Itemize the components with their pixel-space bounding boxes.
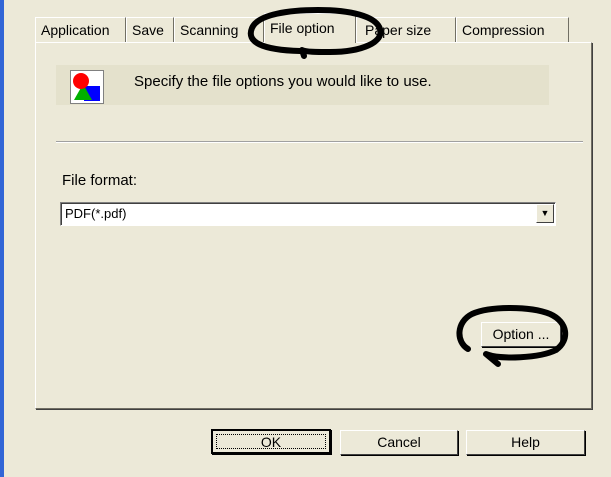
tab-label: Scanning [180, 22, 239, 38]
help-button[interactable]: Help [466, 430, 585, 455]
help-button-label: Help [511, 434, 540, 450]
tab-paper-size[interactable]: Paper size [356, 17, 456, 42]
file-options-dialog: Application Save Scanning File option Pa… [4, 0, 611, 477]
file-format-select[interactable]: PDF(*.pdf) ▼ [60, 202, 556, 226]
tab-scanning[interactable]: Scanning [174, 17, 264, 42]
file-format-value: PDF(*.pdf) [65, 206, 127, 221]
divider [56, 141, 583, 143]
tab-label: Application [41, 22, 110, 38]
info-banner: Specify the file options you would like … [56, 65, 549, 105]
cancel-button-label: Cancel [377, 434, 421, 450]
info-text: Specify the file options you would like … [134, 73, 432, 90]
tab-save[interactable]: Save [126, 17, 174, 42]
tab-file-option[interactable]: File option [264, 13, 356, 43]
cancel-button[interactable]: Cancel [340, 430, 458, 455]
tab-label: File option [270, 20, 335, 36]
tab-application[interactable]: Application [35, 17, 126, 42]
tab-compression[interactable]: Compression [456, 17, 569, 42]
option-button[interactable]: Option ... [481, 322, 561, 347]
focus-rectangle [216, 434, 326, 449]
tab-label: Paper size [365, 22, 432, 38]
ok-button[interactable]: OK [211, 429, 331, 454]
shapes-icon [70, 70, 104, 104]
tab-label: Save [132, 22, 164, 38]
dropdown-arrow-icon[interactable]: ▼ [536, 204, 554, 223]
tab-panel-file-option: Specify the file options you would like … [35, 42, 592, 409]
tab-label: Compression [462, 22, 545, 38]
option-button-label: Option ... [492, 326, 550, 342]
file-format-label: File format: [62, 172, 138, 189]
